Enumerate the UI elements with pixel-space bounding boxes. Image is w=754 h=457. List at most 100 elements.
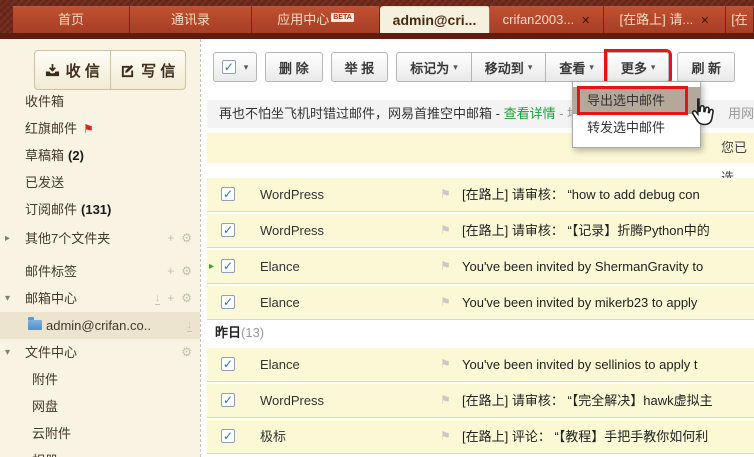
chevron-right-icon[interactable]: ▸ bbox=[5, 225, 10, 252]
mail-row[interactable]: ✓ WordPress ⚑ [在路上] 请审核： “【记录】折腾Python中的 bbox=[207, 214, 754, 248]
download-icon[interactable]: ↓ bbox=[154, 292, 161, 305]
flag-icon[interactable]: ⚑ bbox=[440, 348, 451, 381]
gear-icon[interactable]: ⚙ bbox=[181, 285, 192, 312]
view-label: 查看 bbox=[559, 60, 586, 76]
tab-admin-mailbox[interactable]: admin@cri... bbox=[380, 6, 490, 33]
receive-mail-button[interactable]: 收 信 bbox=[35, 51, 111, 89]
flag-icon[interactable]: ⚑ bbox=[440, 420, 451, 453]
tab-mail-zailushang[interactable]: [在路上] 请... ✕ bbox=[604, 6, 726, 33]
mail-subject[interactable]: [在路上] 请审核： “【完全解决】hawk虚拟主 bbox=[462, 384, 754, 417]
gear-icon[interactable]: ⚙ bbox=[181, 258, 192, 285]
mail-sender: Elance bbox=[260, 295, 300, 310]
mail-subject[interactable]: [在路上] 请审核： “【记录】折腾Python中的 bbox=[462, 214, 754, 247]
flag-icon[interactable]: ⚑ bbox=[440, 178, 451, 211]
tab-contacts[interactable]: 通讯录 bbox=[130, 6, 252, 33]
mail-row[interactable]: ✓ WordPress ⚑ [在路上] 请审核： “【完全解决】hawk虚拟主 bbox=[207, 384, 754, 418]
view-button[interactable]: 查看 ▾ bbox=[545, 52, 608, 82]
export-selected-mail-label: 导出选中邮件 bbox=[587, 93, 666, 108]
gear-icon[interactable]: ⚙ bbox=[181, 225, 192, 252]
sidebar-item-album[interactable]: 相册 bbox=[0, 447, 200, 457]
sidebar-item-inbox[interactable]: 收件箱 bbox=[0, 88, 200, 115]
row-checkbox[interactable]: ✓ bbox=[221, 259, 235, 273]
add-folder-icon[interactable]: + bbox=[167, 225, 174, 252]
add-tag-icon[interactable]: + bbox=[167, 258, 174, 285]
folder-label: 草稿箱 bbox=[25, 148, 65, 163]
replied-arrow-icon: ▸ bbox=[209, 261, 215, 272]
sidebar-item-netdisk[interactable]: 网盘 bbox=[0, 393, 200, 420]
sidebar-section-file-center[interactable]: ▾ 文件中心 ⚙ bbox=[0, 339, 200, 366]
close-icon[interactable]: ✕ bbox=[581, 15, 590, 27]
row-checkbox[interactable]: ✓ bbox=[221, 429, 235, 443]
group-header-count: (13) bbox=[241, 325, 265, 340]
report-button[interactable]: 举 报 bbox=[330, 52, 389, 82]
gear-icon[interactable]: ⚙ bbox=[181, 339, 192, 366]
mail-row[interactable]: ▸ ✓ Elance ⚑ You've been invited by Sher… bbox=[207, 250, 754, 284]
add-account-icon[interactable]: + bbox=[167, 285, 174, 312]
check-icon: ✓ bbox=[222, 357, 234, 371]
refresh-button[interactable]: 刷 新 bbox=[677, 52, 736, 82]
sidebar-item-flagged[interactable]: 红旗邮件 ⚑ bbox=[0, 115, 200, 142]
close-icon[interactable]: ✕ bbox=[700, 15, 709, 27]
mail-row[interactable]: ✓ WordPress ⚑ [在路上] 请审核： “how to add deb… bbox=[207, 178, 754, 212]
row-checkbox[interactable]: ✓ bbox=[221, 223, 235, 237]
sidebar-item-mail-tags[interactable]: 邮件标签 + ⚙ bbox=[0, 258, 200, 285]
compose-icon bbox=[122, 64, 134, 77]
row-checkbox[interactable]: ✓ bbox=[221, 295, 235, 309]
mail-sender: WordPress bbox=[260, 393, 325, 408]
select-all-checkbox[interactable]: ✓ bbox=[221, 60, 236, 74]
top-navbar: 首页 通讯录 应用中心 BETA admin@cri... crifan2003.… bbox=[0, 0, 754, 33]
mail-row[interactable]: ✓ Elance ⚑ You've been invited by mikerb… bbox=[207, 286, 754, 320]
select-all-button[interactable]: ✓ ▾ bbox=[213, 52, 257, 82]
row-checkbox[interactable]: ✓ bbox=[221, 393, 235, 407]
mail-action-box: 收 信 写 信 bbox=[34, 50, 186, 90]
tab-crifan2003[interactable]: crifan2003... ✕ bbox=[490, 6, 604, 33]
mail-toolbar: ✓ ▾ 删 除 举 报 标记为 ▾ 移动到 ▾ 查看 ▾ 更多 ▾ 刷 新 bbox=[213, 52, 736, 82]
forward-selected-mail-item[interactable]: 转发选中邮件 bbox=[573, 114, 700, 141]
compose-mail-button[interactable]: 写 信 bbox=[111, 51, 186, 89]
chevron-down-icon[interactable]: ▾ bbox=[5, 339, 10, 366]
delete-label: 删 除 bbox=[279, 60, 309, 76]
sidebar-item-sent[interactable]: 已发送 bbox=[0, 169, 200, 196]
check-icon: ✓ bbox=[223, 60, 234, 74]
check-icon: ✓ bbox=[222, 429, 234, 443]
folder-icon bbox=[28, 317, 42, 330]
mail-list-pane: ✓ ▾ 删 除 举 报 标记为 ▾ 移动到 ▾ 查看 ▾ 更多 ▾ 刷 新 再也不怕坐飞… bbox=[201, 39, 754, 457]
row-checkbox[interactable]: ✓ bbox=[221, 357, 235, 371]
sidebar-item-subscriptions[interactable]: 订阅邮件 (131) bbox=[0, 196, 200, 223]
mail-row[interactable]: ✓ 极标 ⚑ [在路上] 评论： “【教程】手把手教你如何利 bbox=[207, 420, 754, 454]
row-checkbox[interactable]: ✓ bbox=[221, 187, 235, 201]
mail-app-window: 首页 通讯录 应用中心 BETA admin@cri... crifan2003.… bbox=[0, 0, 754, 457]
tab-app-center[interactable]: 应用中心 BETA bbox=[252, 6, 380, 33]
mail-subject[interactable]: [在路上] 评论： “【教程】手把手教你如何利 bbox=[462, 420, 754, 453]
tab-partial[interactable]: [在 bbox=[726, 6, 754, 33]
flag-icon[interactable]: ⚑ bbox=[440, 214, 451, 247]
mark-as-button[interactable]: 标记为 ▾ bbox=[396, 52, 472, 82]
export-selected-mail-item[interactable]: 导出选中邮件 bbox=[573, 86, 700, 115]
sidebar-item-cloud-attachments[interactable]: 云附件 bbox=[0, 420, 200, 447]
mail-row[interactable]: ✓ Elance ⚑ You've been invited by sellin… bbox=[207, 348, 754, 382]
tab-home[interactable]: 首页 bbox=[12, 6, 130, 33]
flag-icon[interactable]: ⚑ bbox=[440, 384, 451, 417]
promo-text: 再也不怕坐飞机时错过邮件，网易首推空中邮箱 - bbox=[219, 106, 504, 121]
download-icon[interactable]: ↓ bbox=[186, 319, 192, 332]
chevron-down-icon: ▾ bbox=[589, 61, 594, 72]
folder-label: 其他7个文件夹 bbox=[25, 231, 111, 246]
mail-subject[interactable]: You've been invited by ShermanGravity to bbox=[462, 250, 754, 283]
check-icon: ✓ bbox=[222, 295, 234, 309]
folder-count: (2) bbox=[68, 148, 84, 163]
flag-icon[interactable]: ⚑ bbox=[440, 250, 451, 283]
flag-icon[interactable]: ⚑ bbox=[440, 286, 451, 319]
more-button[interactable]: 更多 ▾ bbox=[606, 52, 670, 82]
mail-subject[interactable]: You've been invited by mikerb23 to apply bbox=[462, 286, 754, 319]
move-to-button[interactable]: 移动到 ▾ bbox=[470, 52, 547, 82]
view-details-link[interactable]: 查看详情 bbox=[504, 106, 556, 121]
sidebar-item-attachments[interactable]: 附件 bbox=[0, 366, 200, 393]
sidebar-item-other-folders[interactable]: ▸ 其他7个文件夹 + ⚙ bbox=[0, 225, 200, 252]
mail-subject[interactable]: You've been invited by sellinios to appl… bbox=[462, 348, 754, 381]
chevron-down-icon[interactable]: ▾ bbox=[5, 285, 10, 312]
mail-subject[interactable]: [在路上] 请审核： “how to add debug con bbox=[462, 178, 754, 211]
sidebar-item-drafts[interactable]: 草稿箱 (2) bbox=[0, 142, 200, 169]
delete-button[interactable]: 删 除 bbox=[265, 52, 323, 82]
sidebar-section-mail-center[interactable]: ▾ 邮箱中心 ↓ + ⚙ bbox=[0, 285, 200, 312]
sidebar-item-admin-account[interactable]: admin@crifan.co.. ↓ bbox=[0, 312, 200, 339]
